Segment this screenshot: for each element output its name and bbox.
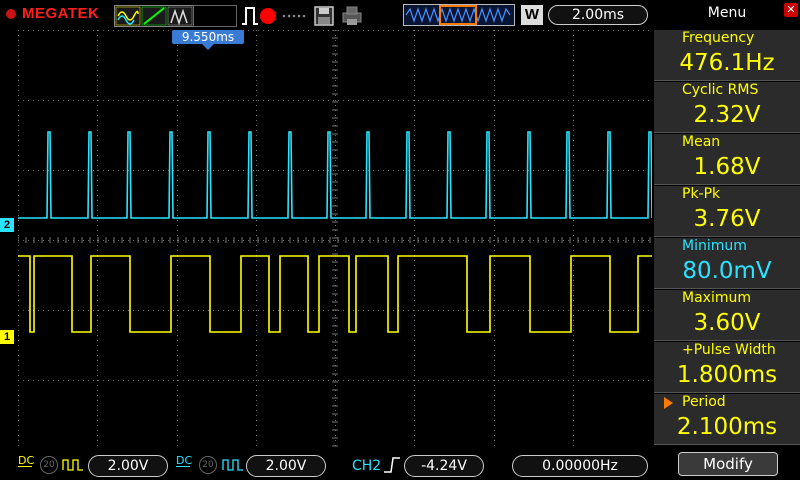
ch1-bw-limit-label: 20: [43, 460, 55, 470]
measurement-label: +Pulse Width: [682, 342, 776, 358]
trigger-frequency-value: 0.00000Hz: [542, 458, 618, 474]
ch2-invert-icon[interactable]: [222, 456, 244, 472]
measurement-value: 2.100ms: [676, 414, 778, 440]
menu-title: Menu: [707, 5, 747, 21]
record-icon[interactable]: [260, 8, 276, 24]
ch1-coupling-label: DC: [18, 454, 35, 467]
measurement-slot[interactable]: Pk-Pk 3.76V: [654, 186, 800, 237]
save-disk-icon[interactable]: [314, 6, 334, 26]
trigger-mode-letter: W: [524, 6, 540, 23]
memory-waveform-icon: [405, 5, 511, 25]
trigger-level-value: -4.24V: [421, 458, 467, 474]
close-icon[interactable]: ✕: [784, 3, 798, 17]
modify-button-label: Modify: [703, 455, 753, 473]
ch1-level-marker[interactable]: 1: [0, 330, 14, 344]
ch2-coupling-icon[interactable]: DC: [176, 454, 193, 467]
trigger-frequency[interactable]: 0.00000Hz: [512, 455, 648, 477]
ch2-volts-div[interactable]: 2.00V: [246, 455, 326, 477]
memory-overview[interactable]: [403, 4, 515, 26]
timebase-pill[interactable]: 2.00ms: [548, 5, 648, 25]
ch1-coupling-icon[interactable]: DC: [18, 454, 35, 467]
measurement-label: Cyclic RMS: [682, 82, 759, 98]
dots-icon: [282, 14, 306, 18]
measurement-label: Period: [682, 394, 726, 410]
brand-name: MEGATEK: [22, 5, 100, 22]
measurement-slot[interactable]: Minimum 80.0mV: [654, 238, 800, 289]
measurement-label: Frequency: [682, 30, 755, 46]
waveform-graticule: [17, 29, 653, 451]
ch2-coupling-label: DC: [176, 454, 193, 467]
print-icon[interactable]: [342, 6, 362, 25]
ch1-marker-label: 1: [3, 331, 11, 343]
time-position-label: 9.550ms: [181, 30, 235, 44]
measurement-value: 476.1Hz: [679, 50, 775, 76]
measurement-label: Pk-Pk: [682, 186, 721, 202]
time-position-marker[interactable]: 9.550ms: [172, 30, 244, 44]
measurement-value: 3.60V: [693, 310, 761, 336]
trigger-source[interactable]: CH2: [352, 458, 381, 474]
ch2-bw-limit-label: 20: [202, 460, 214, 470]
waveform-display[interactable]: 9.550ms: [17, 29, 653, 451]
display-mode-icons: [114, 5, 194, 27]
graticule-grid: [17, 29, 653, 451]
ch2-marker-label: 2: [3, 219, 11, 231]
measurement-slot[interactable]: Cyclic RMS 2.32V: [654, 82, 800, 133]
ch2-volts-value: 2.00V: [265, 458, 307, 474]
measurement-slot[interactable]: Period 2.100ms: [654, 394, 800, 445]
measurement-value: 1.800ms: [676, 362, 778, 388]
action-icons: [242, 6, 362, 26]
brand-logo-icon: [6, 9, 16, 19]
ch1-volts-div[interactable]: 2.00V: [88, 455, 168, 477]
trigger-pulse-icon[interactable]: [242, 7, 258, 25]
wave-mode-icon[interactable]: [115, 6, 193, 26]
blank-slot: [193, 5, 237, 27]
measurement-slot[interactable]: Maximum 3.60V: [654, 290, 800, 341]
ch2-level-marker[interactable]: 2: [0, 218, 14, 232]
measurement-slot[interactable]: +Pulse Width 1.800ms: [654, 342, 800, 393]
rising-edge-icon[interactable]: [383, 456, 401, 474]
ch1-invert-icon[interactable]: [62, 456, 84, 472]
modify-button[interactable]: Modify: [678, 452, 778, 476]
measurement-value: 80.0mV: [682, 258, 772, 284]
selected-arrow-icon: [664, 397, 673, 409]
ch2-bw-limit-icon[interactable]: 20: [199, 456, 217, 474]
measurement-label: Maximum: [682, 290, 751, 306]
measurement-value: 1.68V: [693, 154, 761, 180]
measurement-value: 2.32V: [693, 102, 761, 128]
measurement-panel: Frequency 476.1Hz Cyclic RMS 2.32V Mean 1.68V…: [654, 30, 800, 448]
measurement-label: Mean: [682, 134, 721, 150]
trigger-mode-badge[interactable]: W: [521, 5, 543, 25]
top-bar: MEGATEK W 2.00ms Menu ✕: [0, 0, 800, 30]
ch1-bw-limit-icon[interactable]: 20: [40, 456, 58, 474]
measurement-slot[interactable]: Frequency 476.1Hz: [654, 30, 800, 81]
time-marker-arrow-icon: [202, 44, 214, 50]
measurement-label: Minimum: [682, 238, 747, 254]
measurement-value: 3.76V: [693, 206, 761, 232]
trigger-level[interactable]: -4.24V: [404, 455, 484, 477]
ch1-volts-value: 2.00V: [107, 458, 149, 474]
timebase-value: 2.00ms: [571, 7, 625, 23]
measurement-slot[interactable]: Mean 1.68V: [654, 134, 800, 185]
